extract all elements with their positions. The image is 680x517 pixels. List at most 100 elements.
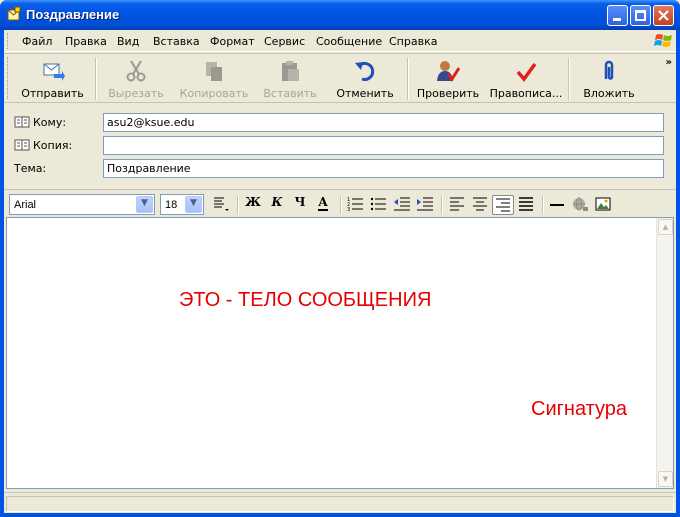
menu-file[interactable]: Файл <box>22 35 52 48</box>
toolbar-separator <box>407 58 409 100</box>
check-names-label: Проверить <box>416 87 480 100</box>
bulleted-list-button[interactable] <box>368 195 390 215</box>
picture-icon <box>595 197 611 211</box>
bold-button[interactable]: Ж <box>242 195 264 215</box>
spelling-icon <box>516 62 537 82</box>
to-row: Кому: asu2@ksue.edu <box>4 112 676 134</box>
align-center-button[interactable] <box>469 195 491 215</box>
italic-button[interactable]: К <box>266 195 288 215</box>
insert-link-button[interactable] <box>569 195 591 215</box>
font-name-select[interactable]: Arial ▼ <box>9 194 155 215</box>
cc-label[interactable]: Копия: <box>14 139 72 152</box>
numbered-list-button[interactable]: 1 2 3 <box>345 195 367 215</box>
toolbar-grip <box>7 57 10 99</box>
insert-picture-button[interactable] <box>592 195 614 215</box>
font-size-dropdown[interactable]: ▼ <box>185 196 202 213</box>
minimize-button[interactable] <box>607 5 628 26</box>
check-names-button[interactable]: Проверить <box>412 56 484 102</box>
align-left-button[interactable] <box>446 195 468 215</box>
bulleted-list-icon <box>370 197 386 211</box>
align-left-icon <box>450 197 464 211</box>
paragraph-style-icon <box>214 197 229 211</box>
menu-bar: Файл Правка Вид Вставка Формат Сервис Со… <box>4 30 676 52</box>
signature-text: Сигнатура <box>531 398 628 420</box>
spelling-label: Правописа... <box>489 87 563 100</box>
decrease-indent-icon <box>394 197 410 211</box>
windows-logo-icon <box>654 34 672 47</box>
justify-button[interactable] <box>515 195 537 215</box>
font-color-button[interactable]: А <box>312 195 334 215</box>
spelling-button[interactable]: Правописа... <box>486 56 566 102</box>
address-book-icon <box>14 139 30 151</box>
format-separator <box>237 196 239 214</box>
address-book-icon <box>14 116 30 128</box>
message-body-text: ЭТО - ТЕЛО СООБЩЕНИЯ <box>179 289 432 311</box>
menu-insert[interactable]: Вставка <box>153 35 200 48</box>
send-mail-icon <box>43 63 65 81</box>
toolbar-separator <box>95 58 97 100</box>
scroll-up-button[interactable]: ▲ <box>658 219 673 235</box>
menu-view[interactable]: Вид <box>117 35 139 48</box>
paste-label: Вставить <box>263 87 317 100</box>
paragraph-style-button[interactable] <box>210 195 232 215</box>
check-names-icon <box>437 61 460 82</box>
svg-text:3: 3 <box>347 207 350 213</box>
increase-indent-button[interactable] <box>414 195 436 215</box>
minimize-icon <box>613 18 621 21</box>
underline-button[interactable]: Ч <box>289 195 311 215</box>
increase-indent-icon <box>417 197 433 211</box>
cut-label: Вырезать <box>108 87 164 100</box>
subject-input[interactable]: Поздравление <box>103 159 664 178</box>
align-right-icon <box>496 198 510 212</box>
cut-button[interactable]: Вырезать <box>100 56 172 102</box>
send-label: Отправить <box>21 87 84 100</box>
menu-help[interactable]: Справка <box>389 35 437 48</box>
menu-message[interactable]: Сообщение <box>316 35 382 48</box>
horizontal-line-button[interactable] <box>546 195 568 215</box>
undo-label: Отменить <box>336 87 394 100</box>
scroll-down-button[interactable]: ▼ <box>658 471 673 487</box>
numbered-list-icon: 1 2 3 <box>347 197 363 213</box>
cc-input[interactable] <box>103 136 664 155</box>
message-body-editor[interactable]: ЭТО - ТЕЛО СООБЩЕНИЯ Сигнатура ▲ ▼ <box>6 217 674 489</box>
send-button[interactable]: Отправить <box>14 56 91 102</box>
title-bar[interactable]: Поздравление <box>0 0 680 30</box>
to-input[interactable]: asu2@ksue.edu <box>103 113 664 132</box>
menu-edit[interactable]: Правка <box>65 35 107 48</box>
toolbar-separator <box>568 58 570 100</box>
maximize-button[interactable] <box>630 5 651 26</box>
mail-compose-window: Поздравление Файл Правка Вид Вставка Фор… <box>0 0 680 517</box>
align-right-button[interactable] <box>492 195 514 215</box>
menu-format[interactable]: Формат <box>210 35 255 48</box>
horizontal-line-icon <box>550 204 564 206</box>
copy-button[interactable]: Копировать <box>174 56 254 102</box>
attach-label: Вложить <box>583 87 635 100</box>
format-separator <box>340 196 342 214</box>
close-icon <box>658 10 669 21</box>
justify-icon <box>519 197 533 211</box>
close-button[interactable] <box>653 5 674 26</box>
subject-row: Тема: Поздравление <box>4 158 676 180</box>
attach-button[interactable]: Вложить <box>574 56 644 102</box>
font-name-dropdown[interactable]: ▼ <box>136 196 153 213</box>
format-toolbar: Arial ▼ 18 ▼ Ж К Ч А 1 2 3 <box>4 189 676 217</box>
subject-label: Тема: <box>14 162 47 175</box>
decrease-indent-button[interactable] <box>391 195 413 215</box>
status-bar <box>4 492 676 513</box>
vertical-scrollbar[interactable]: ▲ ▼ <box>656 218 673 488</box>
to-label-text: Кому: <box>33 116 67 129</box>
new-message-icon <box>7 6 21 21</box>
menu-grip <box>7 33 10 49</box>
paperclip-icon <box>604 60 614 80</box>
to-label[interactable]: Кому: <box>14 116 66 129</box>
paste-button[interactable]: Вставить <box>256 56 324 102</box>
undo-button[interactable]: Отменить <box>330 56 400 102</box>
toolbar-overflow-icon[interactable]: » <box>666 57 672 68</box>
format-separator <box>441 196 443 214</box>
maximize-icon <box>635 10 646 21</box>
font-size-select[interactable]: 18 ▼ <box>160 194 204 215</box>
chevron-down-icon: ▼ <box>141 198 148 208</box>
cc-row: Копия: <box>4 135 676 157</box>
main-toolbar: Отправить Вырезать Копировать Вставить О… <box>4 53 676 103</box>
menu-tools[interactable]: Сервис <box>264 35 305 48</box>
